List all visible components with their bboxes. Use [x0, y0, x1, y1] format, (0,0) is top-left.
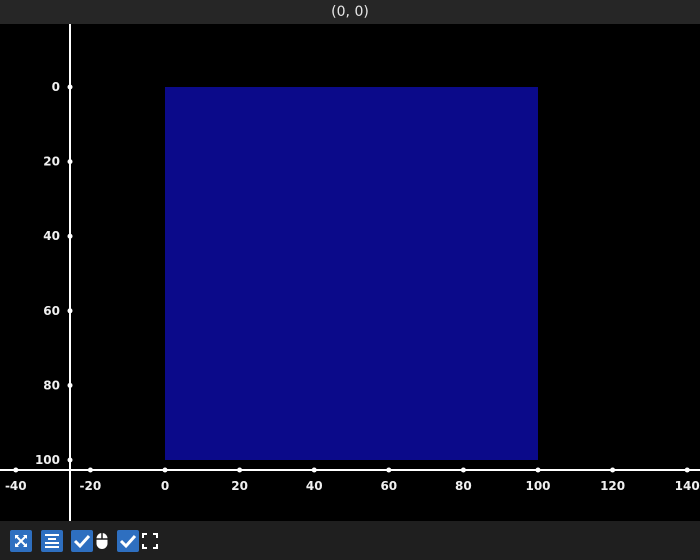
y-tick-mark [67, 159, 73, 165]
align-center-button[interactable] [41, 530, 63, 552]
plot-svg[interactable]: -40 -20 0 20 40 60 80 100 120 140 0 20 40 60 80 100 [0, 24, 700, 521]
x-tick-label: 40 [306, 479, 323, 493]
fullscreen-icon [142, 533, 158, 549]
align-center-icon [45, 534, 59, 548]
x-tick-label: 60 [380, 479, 397, 493]
x-tick-mark [237, 467, 243, 473]
y-tick-label: 60 [43, 304, 60, 318]
plot-canvas[interactable]: -40 -20 0 20 40 60 80 100 120 140 0 20 40 60 80 100 [0, 24, 700, 521]
x-tick-label: -40 [5, 479, 27, 493]
y-tick-mark [67, 233, 73, 239]
mouse-icon [96, 533, 108, 549]
x-tick-label: 100 [525, 479, 550, 493]
x-tick-mark [460, 467, 466, 473]
x-tick-mark [684, 467, 690, 473]
fit-view-icon [15, 535, 27, 547]
x-tick-label: 0 [161, 479, 169, 493]
checkbox-toggle-2[interactable] [117, 530, 139, 552]
checkbox-toggle-1[interactable] [71, 530, 93, 552]
y-tick-label: 20 [43, 155, 60, 169]
x-tick-label: 20 [231, 479, 248, 493]
x-tick-label: 120 [600, 479, 625, 493]
y-tick-mark [67, 457, 73, 463]
y-tick-mark [67, 84, 73, 90]
x-tick-mark [311, 467, 317, 473]
x-tick-label: 80 [455, 479, 472, 493]
x-tick-mark [162, 467, 168, 473]
y-tick-mark [67, 382, 73, 388]
fit-view-button[interactable] [10, 530, 32, 552]
y-tick-mark [67, 308, 73, 314]
y-tick-label: 100 [35, 453, 60, 467]
x-tick-mark [386, 467, 392, 473]
checkmark-icon [119, 534, 137, 549]
data-rectangle [165, 87, 538, 460]
x-tick-mark [13, 467, 19, 473]
cursor-coordinates-title: (0, 0) [0, 0, 700, 24]
fullscreen-button[interactable] [140, 530, 160, 552]
y-tick-label: 40 [43, 229, 60, 243]
mouse-mode-button[interactable] [93, 530, 111, 552]
y-tick-label: 0 [52, 80, 60, 94]
y-tick-label: 80 [43, 378, 60, 392]
checkmark-icon [73, 534, 91, 549]
x-tick-mark [610, 467, 616, 473]
toolbar [0, 521, 700, 560]
x-tick-mark [87, 467, 93, 473]
app-window: (0, 0) -40 -20 0 20 40 60 80 100 120 140 0 20 40 60 80… [0, 0, 700, 560]
x-tick-mark [535, 467, 541, 473]
x-tick-label: -20 [80, 479, 102, 493]
x-tick-label: 140 [675, 479, 700, 493]
